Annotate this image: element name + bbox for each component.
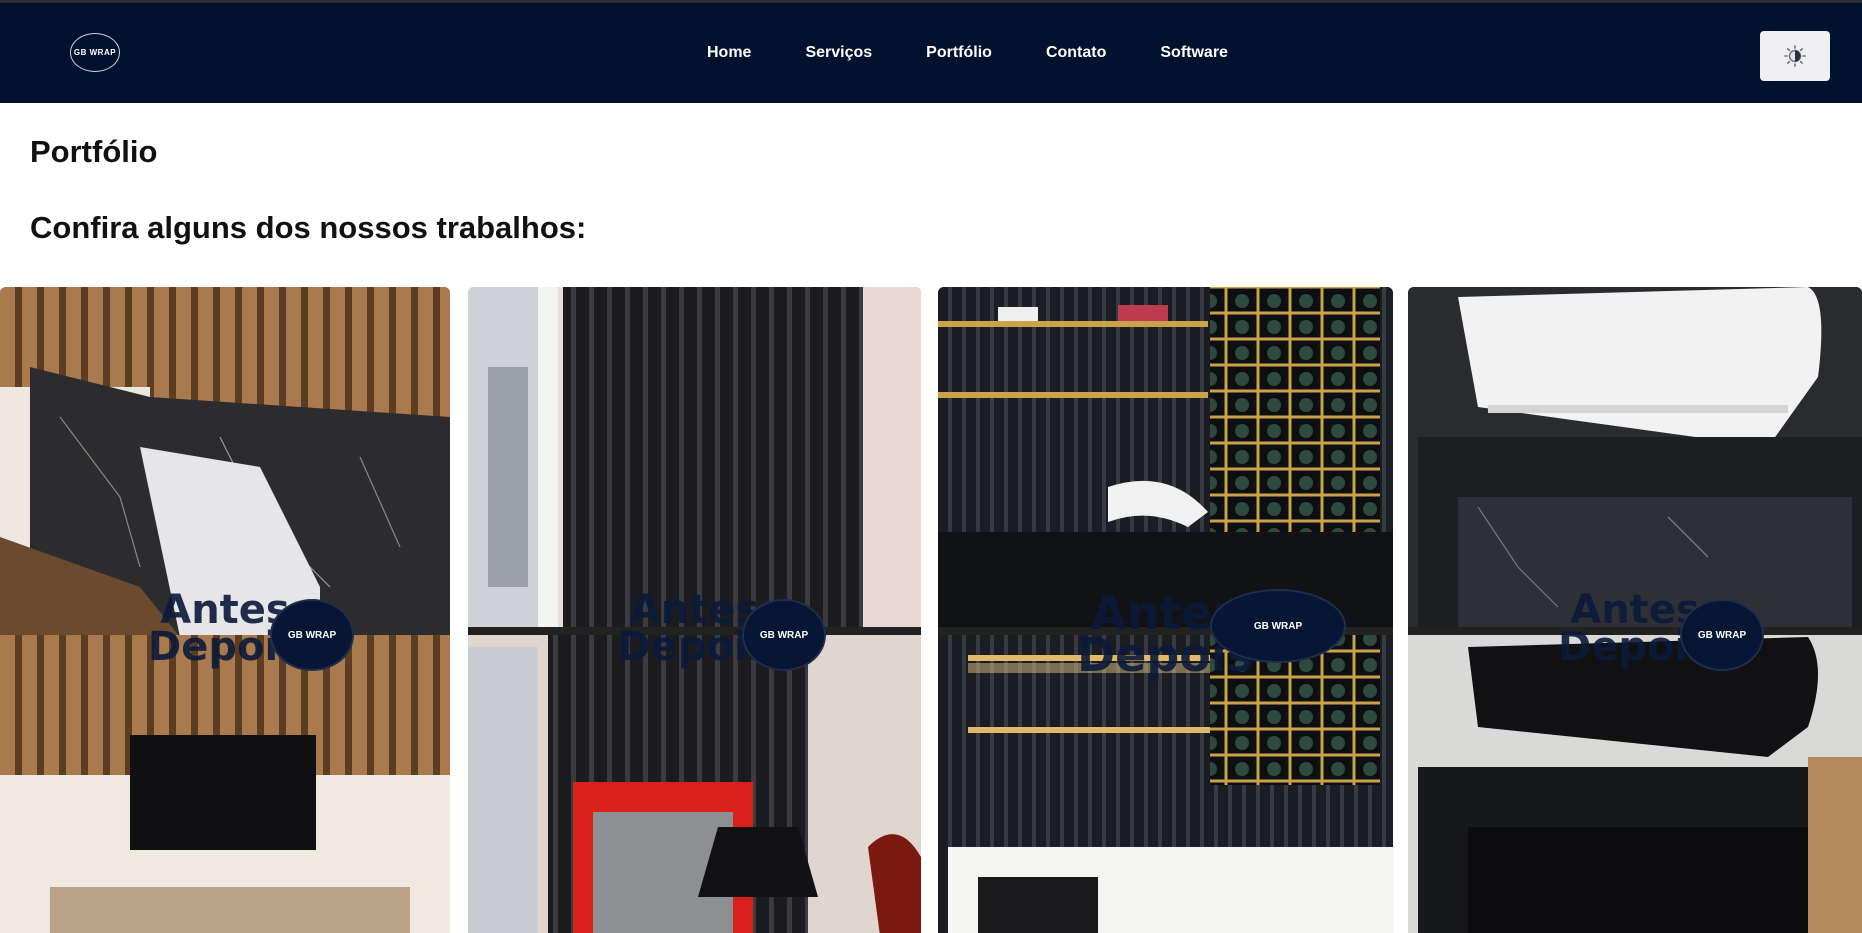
portfolio-card[interactable]: Antes Depois GB WRAP — [1408, 287, 1862, 933]
theme-toggle-icon — [1784, 45, 1806, 67]
portfolio-card[interactable]: Antes Depois GB WRAP — [938, 287, 1393, 933]
section-subtitle: Confira alguns dos nossos trabalhos: — [30, 210, 587, 245]
brand-badge: GB WRAP — [742, 599, 826, 671]
portfolio-gallery: Antes Depois GB WRAP Antes Depois GB WRA… — [0, 287, 1862, 933]
nav-servicos[interactable]: Serviços — [778, 44, 899, 62]
navbar: GB WRAP Home Serviços Portfólio Contato … — [0, 0, 1862, 103]
brand-badge: GB WRAP — [270, 599, 354, 671]
brand-badge: GB WRAP — [1680, 599, 1764, 671]
main-nav: Home Serviços Portfólio Contato Software — [680, 3, 1255, 103]
page-title: Portfólio — [30, 134, 158, 169]
portfolio-card[interactable]: Antes Depois GB WRAP — [468, 287, 921, 933]
theme-toggle-button[interactable] — [1760, 31, 1830, 81]
logo-text: GB WRAP — [73, 48, 117, 57]
portfolio-card[interactable]: Antes Depois GB WRAP — [0, 287, 450, 933]
brand-badge: GB WRAP — [1210, 589, 1346, 663]
nav-home[interactable]: Home — [680, 44, 778, 62]
brand-logo[interactable]: GB WRAP — [70, 33, 120, 72]
nav-contato[interactable]: Contato — [1019, 44, 1133, 62]
nav-portfolio[interactable]: Portfólio — [899, 44, 1019, 62]
nav-software[interactable]: Software — [1133, 44, 1255, 62]
